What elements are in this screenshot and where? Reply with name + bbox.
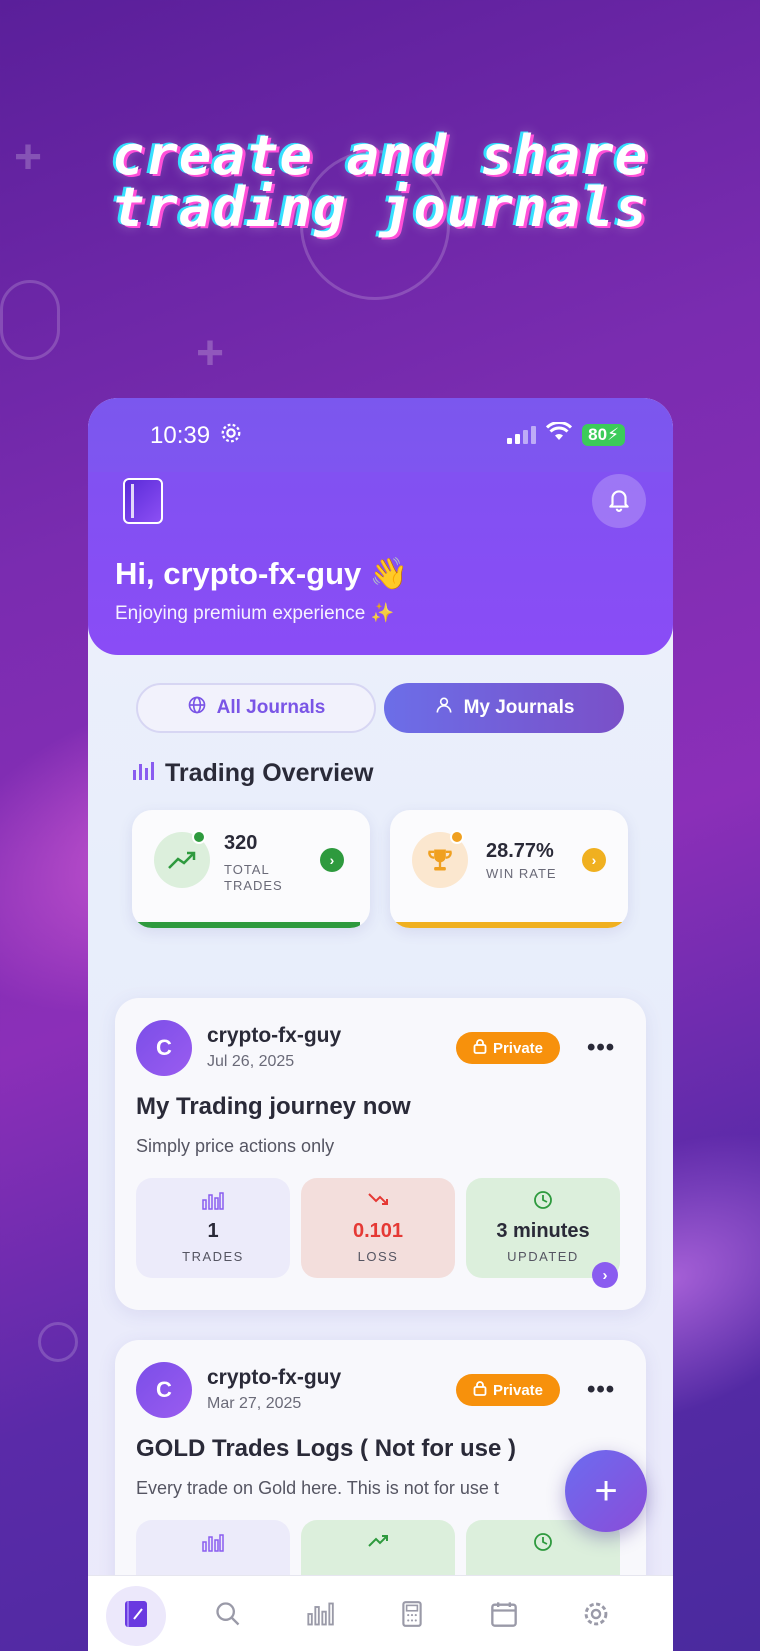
trading-overview-title: Trading Overview <box>165 759 374 787</box>
bottom-nav <box>88 1575 673 1651</box>
battery-level: 80 <box>588 424 608 444</box>
battery-indicator: 80⚡ <box>582 423 625 446</box>
metric-updated-value: 3 minutes <box>496 1220 590 1242</box>
metric-loss-label: LOSS <box>357 1249 399 1264</box>
win-rate-label: WIN RATE <box>486 866 557 881</box>
journal-description: Every trade on Gold here. This is not fo… <box>136 1478 499 1498</box>
nav-journal[interactable] <box>106 1586 166 1646</box>
nav-calculator[interactable] <box>382 1586 442 1646</box>
background-circle <box>38 1322 78 1362</box>
nav-analytics[interactable] <box>290 1586 350 1646</box>
add-journal-button[interactable]: + <box>565 1450 647 1532</box>
status-indicators: 80⚡ <box>507 421 625 447</box>
more-options-icon[interactable]: ••• <box>587 1376 615 1404</box>
journal-date: Jul 26, 2025 <box>207 1053 295 1070</box>
lock-icon <box>473 1038 487 1058</box>
private-badge: Private <box>456 1032 560 1064</box>
chart-icon <box>306 1600 334 1633</box>
greeting-title: Hi, crypto-fx-guy 👋 <box>115 556 409 591</box>
status-gear-icon <box>220 422 242 450</box>
journal-icon <box>122 1599 150 1634</box>
nav-search[interactable] <box>198 1586 258 1646</box>
journal-description: Simply price actions only <box>136 1136 335 1156</box>
search-icon <box>214 1600 242 1633</box>
status-dot <box>192 830 206 844</box>
journal-title: GOLD Trades Logs ( Not for use ) <box>136 1435 517 1462</box>
hero-title-line2: trading journals <box>111 176 649 239</box>
cellular-signal-icon <box>507 425 537 444</box>
gear-icon <box>582 1600 610 1633</box>
status-dot <box>450 830 464 844</box>
journal-author: crypto-fx-guy <box>207 1366 342 1389</box>
clock-icon <box>533 1190 553 1214</box>
journal-date: Mar 27, 2025 <box>207 1395 302 1412</box>
bar-chart-icon <box>202 1532 224 1556</box>
hero-title: create and share trading journals <box>0 124 760 239</box>
metric-updated-label: UPDATED <box>507 1249 579 1264</box>
private-badge: Private <box>456 1374 560 1406</box>
private-badge-label: Private <box>492 1039 544 1057</box>
total-trades-label-line2: TRADES <box>224 878 283 893</box>
wifi-icon <box>546 421 573 447</box>
bell-icon <box>606 486 632 517</box>
journal-card[interactable]: C crypto-fx-guy Jul 26, 2025 Private •••… <box>115 998 646 1310</box>
total-trades-label-line1: TOTAL <box>224 862 270 877</box>
win-rate-accent-bar <box>394 922 622 928</box>
chevron-right-icon[interactable]: › <box>592 1262 618 1288</box>
greeting-subtitle: Enjoying premium experience ✨ <box>115 603 395 624</box>
metric-loss: 0.101 LOSS <box>301 1178 455 1278</box>
metric-updated: 3 minutes UPDATED <box>466 1178 620 1278</box>
trading-overview-heading: Trading Overview <box>131 758 373 789</box>
total-trades-accent-bar <box>136 922 360 928</box>
chevron-right-icon[interactable]: › <box>582 848 606 872</box>
win-rate-value: 28.77% <box>486 840 554 862</box>
metric-trades-value: 1 <box>207 1220 219 1242</box>
more-options-icon[interactable]: ••• <box>587 1034 615 1062</box>
calculator-icon <box>399 1600 425 1633</box>
journal-title: My Trading journey now <box>136 1093 411 1120</box>
metric-loss-value: 0.101 <box>352 1220 404 1242</box>
user-icon <box>434 695 454 721</box>
lock-icon <box>473 1380 487 1400</box>
notifications-button[interactable] <box>592 474 646 528</box>
status-bar: 10:39 80⚡ <box>88 398 673 472</box>
journal-author: crypto-fx-guy <box>207 1024 342 1047</box>
total-trades-value: 320 <box>224 832 258 854</box>
clock-icon <box>533 1532 553 1556</box>
total-trades-card[interactable]: 320 TOTAL TRADES › <box>132 810 370 928</box>
globe-icon <box>187 695 207 721</box>
trend-up-icon <box>367 1532 389 1556</box>
hero-title-line1: create and share <box>111 124 649 187</box>
calendar-icon <box>490 1600 518 1633</box>
chevron-right-icon[interactable]: › <box>320 848 344 872</box>
metric-trades: 1 TRADES <box>136 1178 290 1278</box>
tab-all-journals-label: All Journals <box>216 697 326 718</box>
tab-my-journals-label: My Journals <box>463 697 575 718</box>
bar-chart-icon <box>131 758 155 789</box>
private-badge-label: Private <box>492 1381 544 1399</box>
total-trades-label: TOTAL TRADES <box>224 862 283 894</box>
app-logo-icon <box>123 478 163 524</box>
nav-settings[interactable] <box>566 1586 626 1646</box>
status-time: 10:39 <box>150 422 211 449</box>
avatar: C <box>136 1362 192 1418</box>
win-rate-card[interactable]: 28.77% WIN RATE › <box>390 810 628 928</box>
bar-chart-icon <box>202 1190 224 1214</box>
background-plus: + <box>196 327 225 380</box>
avatar: C <box>136 1020 192 1076</box>
metric-trades-label: TRADES <box>182 1249 244 1264</box>
nav-calendar[interactable] <box>474 1586 534 1646</box>
tab-my-journals[interactable]: My Journals <box>384 683 624 733</box>
background-circle <box>0 280 60 360</box>
tab-all-journals[interactable]: All Journals <box>136 683 376 733</box>
plus-icon: + <box>594 1468 618 1513</box>
trend-down-icon <box>367 1190 389 1214</box>
